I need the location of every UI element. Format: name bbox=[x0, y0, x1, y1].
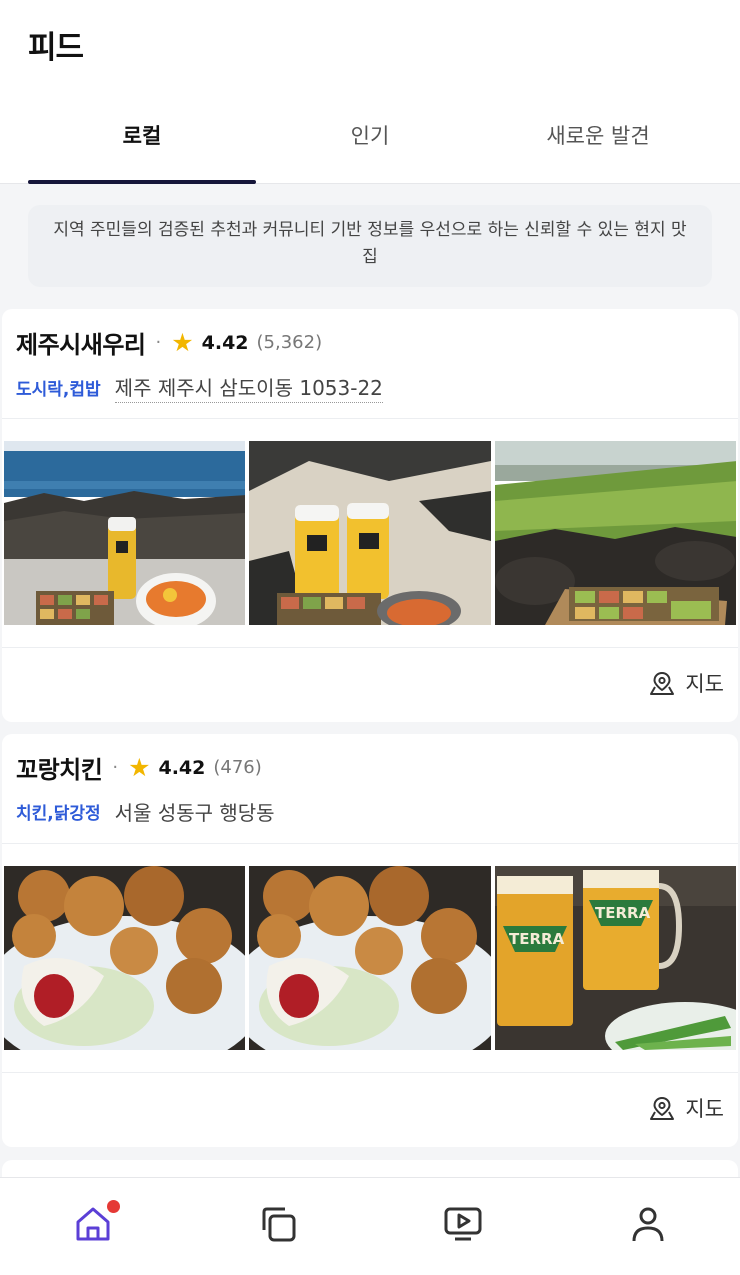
star-icon: ★ bbox=[128, 753, 151, 782]
page-title: 피드 bbox=[28, 30, 84, 66]
card-header: 제주시새우리 · ★ 4.42 (5,362) 도시락,컵밥 제주 제주시 삼도… bbox=[2, 309, 738, 419]
rating-value: 4.42 bbox=[158, 756, 206, 779]
map-pin-icon bbox=[650, 1097, 675, 1120]
food-photo[interactable]: TERRA TERRA bbox=[494, 866, 736, 1050]
nav-collections[interactable] bbox=[185, 1178, 370, 1275]
nav-home[interactable] bbox=[0, 1178, 185, 1275]
home-icon bbox=[76, 1207, 109, 1241]
name-row: 꼬랑치킨 · ★ 4.42 (476) bbox=[16, 750, 262, 785]
address-link[interactable]: 제주 제주시 삼도이동 1053-22 bbox=[114, 372, 383, 403]
food-photo[interactable] bbox=[249, 866, 491, 1050]
address-text: 서울 성동구 행당동 bbox=[114, 801, 275, 825]
beer-brand-label: TERRA bbox=[509, 930, 565, 948]
tab-bar: 로컬 인기 새로운 발견 bbox=[28, 96, 712, 184]
restaurant-card[interactable]: 꼬랑치킨 · ★ 4.42 (476) 치킨,닭강정 서울 성동구 행당동 TE… bbox=[2, 734, 738, 1147]
star-icon: ★ bbox=[171, 328, 194, 357]
tab-local[interactable]: 로컬 bbox=[28, 96, 256, 184]
profile-icon bbox=[632, 1207, 663, 1242]
bottom-nav bbox=[0, 1177, 740, 1275]
card-footer: 지도 bbox=[2, 1073, 738, 1147]
food-photo[interactable] bbox=[4, 866, 246, 1050]
photo-row: TERRA TERRA bbox=[2, 844, 738, 1073]
map-pin-icon bbox=[650, 672, 675, 695]
meta-row: 치킨,닭강정 서울 성동구 행당동 bbox=[16, 797, 275, 826]
tab-discover[interactable]: 새로운 발견 bbox=[484, 96, 712, 184]
separator-dot: · bbox=[112, 757, 119, 778]
copy-icon bbox=[262, 1207, 295, 1242]
beer-brand-label: TERRA bbox=[595, 904, 651, 922]
rating-value: 4.42 bbox=[201, 331, 249, 354]
restaurant-card[interactable]: 제주시새우리 · ★ 4.42 (5,362) 도시락,컵밥 제주 제주시 삼도… bbox=[2, 309, 738, 722]
restaurant-name[interactable]: 꼬랑치킨 bbox=[16, 750, 103, 785]
separator-dot: · bbox=[155, 332, 162, 353]
review-count: (5,362) bbox=[256, 332, 323, 353]
food-photo[interactable] bbox=[4, 441, 246, 625]
nav-profile[interactable] bbox=[555, 1178, 740, 1275]
tab-popular[interactable]: 인기 bbox=[256, 96, 484, 184]
category-label: 도시락,컵밥 bbox=[16, 380, 101, 400]
meta-row: 도시락,컵밥 제주 제주시 삼도이동 1053-22 bbox=[16, 372, 383, 403]
food-photo[interactable] bbox=[249, 441, 491, 625]
video-icon bbox=[444, 1207, 481, 1241]
map-button[interactable]: 지도 bbox=[649, 668, 724, 698]
name-row: 제주시새우리 · ★ 4.42 (5,362) bbox=[16, 325, 322, 360]
review-count: (476) bbox=[213, 757, 262, 778]
map-label: 지도 bbox=[685, 1097, 724, 1121]
notification-badge bbox=[107, 1200, 120, 1213]
header: 피드 로컬 인기 새로운 발견 bbox=[0, 0, 740, 184]
nav-videos[interactable] bbox=[370, 1178, 555, 1275]
restaurant-name[interactable]: 제주시새우리 bbox=[16, 325, 146, 360]
category-label: 치킨,닭강정 bbox=[16, 804, 101, 824]
food-photo[interactable] bbox=[494, 441, 736, 625]
map-button[interactable]: 지도 bbox=[649, 1093, 724, 1123]
info-notice: 지역 주민들의 검증된 추천과 커뮤니티 기반 정보를 우선으로 하는 신뢰할 … bbox=[28, 205, 712, 287]
card-footer: 지도 bbox=[2, 648, 738, 722]
photo-row bbox=[2, 419, 738, 648]
map-label: 지도 bbox=[685, 672, 724, 696]
card-header: 꼬랑치킨 · ★ 4.42 (476) 치킨,닭강정 서울 성동구 행당동 bbox=[2, 734, 738, 844]
